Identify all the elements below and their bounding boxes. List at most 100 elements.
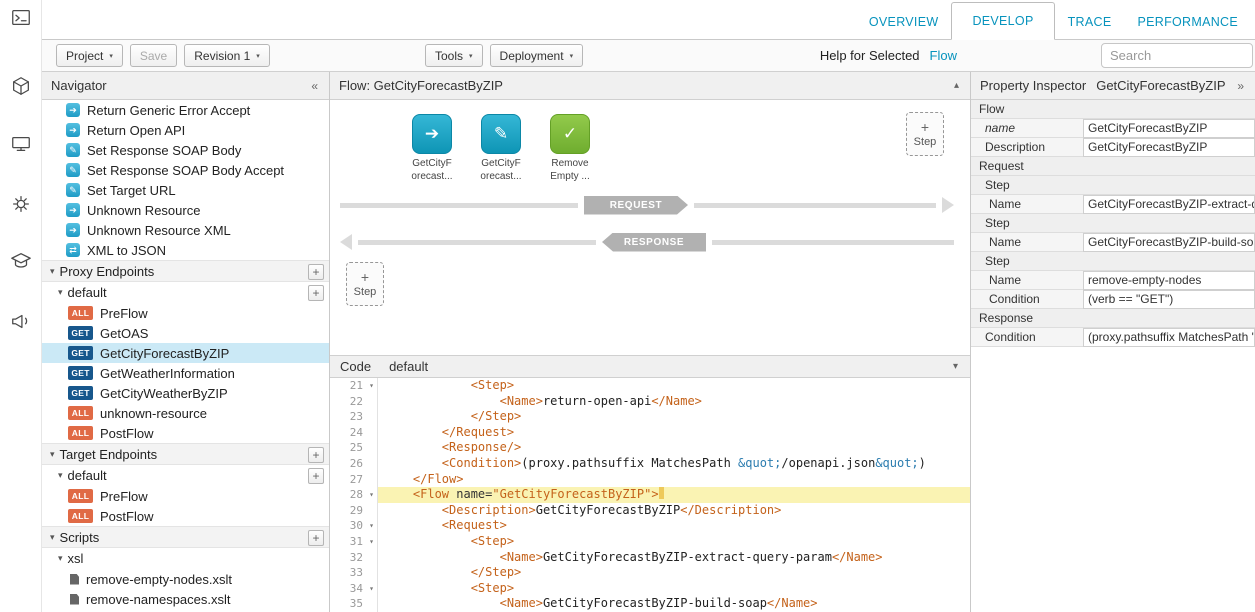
section-proxy-endpoints[interactable]: ▾ Proxy Endpoints + xyxy=(42,260,329,282)
code-line[interactable]: 23 </Step> xyxy=(330,409,970,425)
flow-step[interactable]: ✓ RemoveEmpty ... xyxy=(542,114,598,183)
collapse-flow-icon[interactable]: ▴ xyxy=(952,80,961,91)
code-editor[interactable]: 21▾ <Step> 22 <Name>return-open-api</Nam… xyxy=(330,378,970,612)
target-flow-item[interactable]: ALL PreFlow xyxy=(42,486,329,506)
revision-menu-button[interactable]: Revision 1▾ xyxy=(184,44,270,67)
code-line[interactable]: 21▾ <Step> xyxy=(330,378,970,394)
target-endpoint-default[interactable]: ▾ default + xyxy=(42,465,329,486)
code-token: GetCityForecastByZIP xyxy=(536,503,681,517)
add-request-step-button[interactable]: + Step xyxy=(906,112,944,156)
policy-item[interactable]: ➔ Return Open API xyxy=(42,120,329,140)
top-tab[interactable]: OVERVIEW xyxy=(856,3,952,39)
proxy-endpoint-default[interactable]: ▾ default + xyxy=(42,282,329,303)
flow-step[interactable]: ➔ GetCityForecast... xyxy=(404,114,460,183)
add-target-endpoint-button[interactable]: + xyxy=(308,447,324,463)
code-line[interactable]: 27 </Flow> xyxy=(330,472,970,488)
line-gutter: 33 xyxy=(330,565,378,581)
property-value-field[interactable]: (verb == "GET") xyxy=(1083,290,1255,309)
arrow-policy-icon: ➔ xyxy=(66,223,80,237)
xml-to-json-icon: ⇄ xyxy=(66,243,80,257)
fold-toggle-icon[interactable]: ▾ xyxy=(363,581,374,597)
property-value-field[interactable]: GetCityForecastByZIP xyxy=(1083,119,1255,138)
code-token: &quot; xyxy=(875,456,918,470)
add-proxy-flow-button[interactable]: + xyxy=(308,285,324,301)
learn-button[interactable] xyxy=(9,249,33,273)
code-line[interactable]: 35 <Name>GetCityForecastByZIP-build-soap… xyxy=(330,596,970,612)
code-line[interactable]: 34▾ <Step> xyxy=(330,581,970,597)
code-subtitle: default xyxy=(389,359,428,374)
proxy-flow-item[interactable]: ALL PreFlow xyxy=(42,303,329,323)
arrow-left-icon xyxy=(340,234,352,250)
property-row: Step xyxy=(971,214,1255,233)
collapse-navigator-icon[interactable]: « xyxy=(309,79,320,93)
collapse-inspector-icon[interactable]: » xyxy=(1235,79,1246,93)
code-line[interactable]: 25 <Response/> xyxy=(330,440,970,456)
top-tab[interactable]: PERFORMANCE xyxy=(1124,3,1251,39)
code-line[interactable]: 30▾ <Request> xyxy=(330,518,970,534)
property-value-field[interactable]: GetCityForecastByZIP-build-soap xyxy=(1083,233,1255,252)
terminal-icon xyxy=(10,7,32,29)
code-line[interactable]: 29 <Description>GetCityForecastByZIP</De… xyxy=(330,503,970,519)
verb-badge: ALL xyxy=(68,509,93,523)
proxy-flow-item[interactable]: GET GetCityWeatherByZIP xyxy=(42,383,329,403)
policy-item[interactable]: ➔ Return Generic Error Accept xyxy=(42,100,329,120)
deployment-menu-button[interactable]: Deployment▾ xyxy=(490,44,584,67)
code-line[interactable]: 33 </Step> xyxy=(330,565,970,581)
proxy-flow-item[interactable]: ALL PostFlow xyxy=(42,423,329,443)
add-target-flow-button[interactable]: + xyxy=(308,468,324,484)
api-package-button[interactable] xyxy=(9,74,33,98)
policy-item[interactable]: ➔ Unknown Resource XML xyxy=(42,220,329,240)
fold-toggle-icon[interactable]: ▾ xyxy=(363,518,374,534)
help-flow-link[interactable]: Flow xyxy=(930,48,957,63)
code-line[interactable]: 31▾ <Step> xyxy=(330,534,970,550)
project-menu-button[interactable]: Project▾ xyxy=(56,44,123,67)
policy-item[interactable]: ✎ Set Target URL xyxy=(42,180,329,200)
fold-toggle-icon[interactable]: ▾ xyxy=(363,534,374,550)
policy-label: Set Response SOAP Body Accept xyxy=(87,163,284,178)
proxy-flow-item[interactable]: GET GetOAS xyxy=(42,323,329,343)
policy-item[interactable]: ➔ Unknown Resource xyxy=(42,200,329,220)
code-line[interactable]: 26 <Condition>(proxy.pathsuffix MatchesP… xyxy=(330,456,970,472)
target-flow-item[interactable]: ALL PostFlow xyxy=(42,506,329,526)
announcements-button[interactable] xyxy=(9,309,33,333)
expand-code-icon[interactable]: ▾ xyxy=(951,361,960,372)
search-input[interactable] xyxy=(1101,43,1253,68)
tools-menu-button[interactable]: Tools▾ xyxy=(425,44,483,67)
property-value-field[interactable]: remove-empty-nodes xyxy=(1083,271,1255,290)
property-value-field[interactable]: GetCityForecastByZIP-extract-qu xyxy=(1083,195,1255,214)
property-value-field[interactable]: (proxy.pathsuffix MatchesPath "/c xyxy=(1083,328,1255,347)
top-tab[interactable]: DEVELOP xyxy=(951,2,1054,40)
policy-item[interactable]: ⇄ XML to JSON xyxy=(42,240,329,260)
fold-toggle-icon[interactable]: ▾ xyxy=(363,378,374,394)
section-target-endpoints[interactable]: ▾ Target Endpoints + xyxy=(42,443,329,465)
flow-label: GetOAS xyxy=(100,326,148,341)
proxy-flow-item[interactable]: GET GetCityForecastByZIP xyxy=(42,343,329,363)
proxy-flow-item[interactable]: GET GetWeatherInformation xyxy=(42,363,329,383)
script-file-item[interactable]: remove-namespaces.xslt xyxy=(42,589,329,609)
policy-label: Set Target URL xyxy=(87,183,176,198)
policy-item[interactable]: ✎ Set Response SOAP Body xyxy=(42,140,329,160)
terminal-button[interactable] xyxy=(9,6,33,30)
fold-toggle-icon[interactable]: ▾ xyxy=(363,487,374,503)
save-button[interactable]: Save xyxy=(130,44,177,67)
add-script-button[interactable]: + xyxy=(308,530,324,546)
add-proxy-endpoint-button[interactable]: + xyxy=(308,264,324,280)
top-tab[interactable]: TRACE xyxy=(1055,3,1125,39)
caret-down-icon: ▾ xyxy=(469,52,473,60)
code-line[interactable]: 32 <Name>GetCityForecastByZIP-extract-qu… xyxy=(330,550,970,566)
script-file-item[interactable]: remove-empty-nodes.xslt xyxy=(42,569,329,589)
admin-button[interactable] xyxy=(9,192,33,216)
property-row: Name GetCityForecastByZIP-extract-qu xyxy=(971,195,1255,214)
section-scripts[interactable]: ▾ Scripts + xyxy=(42,526,329,548)
property-value-field[interactable]: GetCityForecastByZIP xyxy=(1083,138,1255,157)
code-line[interactable]: 22 <Name>return-open-api</Name> xyxy=(330,394,970,410)
devportal-button[interactable] xyxy=(9,132,33,156)
property-row: name GetCityForecastByZIP xyxy=(971,119,1255,138)
code-line[interactable]: 28▾ <Flow name="GetCityForecastByZIP"> xyxy=(330,487,970,503)
flow-step[interactable]: ✎ GetCityForecast... xyxy=(473,114,529,183)
policy-item[interactable]: ✎ Set Response SOAP Body Accept xyxy=(42,160,329,180)
scripts-group-xsl[interactable]: ▾ xsl xyxy=(42,548,329,569)
add-response-step-button[interactable]: + Step xyxy=(346,262,384,306)
proxy-flow-item[interactable]: ALL unknown-resource xyxy=(42,403,329,423)
code-line[interactable]: 24 </Request> xyxy=(330,425,970,441)
